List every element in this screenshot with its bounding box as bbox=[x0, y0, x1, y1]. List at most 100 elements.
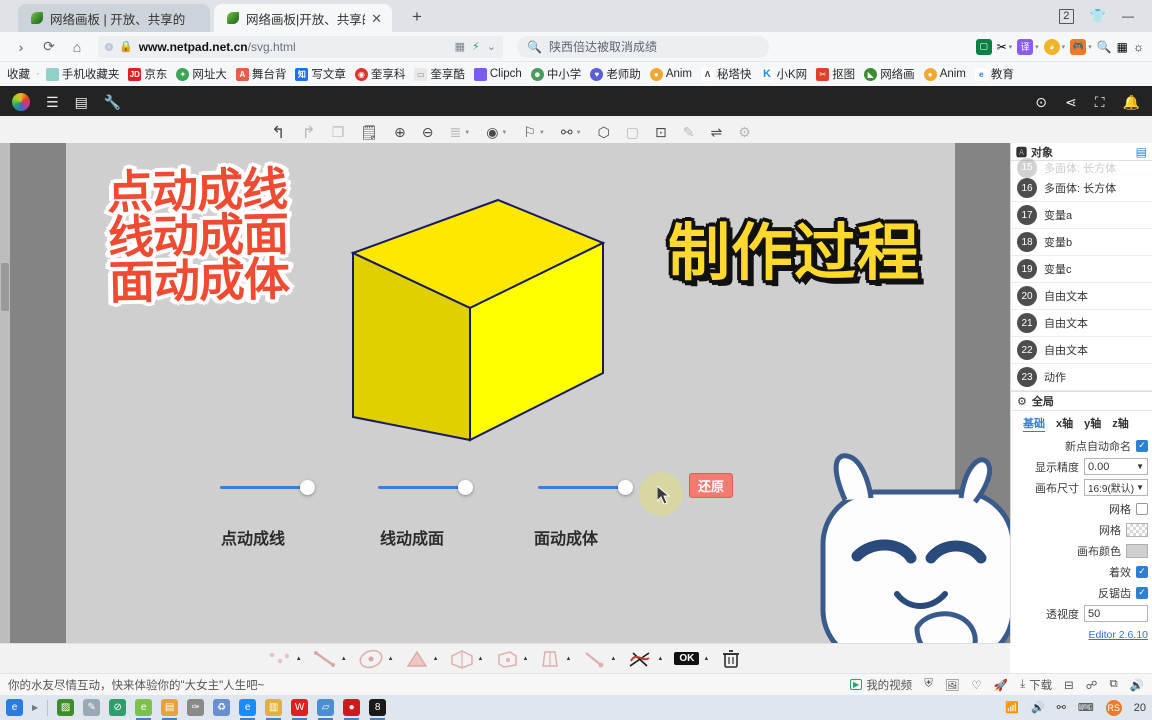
cube-tool-icon[interactable]: ▲ bbox=[450, 649, 484, 669]
brightness-icon[interactable]: ☼ bbox=[1133, 40, 1144, 54]
bookmark-item[interactable]: ✂ 抠图 bbox=[813, 65, 858, 83]
my-video-button[interactable]: ▶ 我的视频 bbox=[850, 677, 912, 693]
visibility-icon[interactable]: ◉ ▼ bbox=[486, 124, 507, 141]
block-icon[interactable]: ⊘ bbox=[109, 699, 127, 716]
list-item[interactable]: 22 自由文本 bbox=[1011, 337, 1152, 364]
bookmark-item[interactable]: e 教育 bbox=[972, 65, 1017, 83]
bookmark-item[interactable]: ▭ 奎享酷 bbox=[411, 65, 468, 83]
home-icon[interactable]: ⌂ bbox=[64, 35, 90, 59]
share-icon[interactable]: ⋖ bbox=[1065, 94, 1077, 111]
bookmark-item[interactable]: K 小K网 bbox=[758, 65, 811, 83]
rocket-icon[interactable]: 🚀 bbox=[994, 678, 1008, 692]
grid-checkbox[interactable] bbox=[1136, 502, 1148, 515]
edit-icon[interactable]: ✎ bbox=[683, 124, 695, 141]
scissors-icon[interactable]: ✂ ▾ bbox=[997, 40, 1013, 54]
bookmark-item[interactable]: ✦ 网址大 bbox=[173, 65, 230, 83]
shield-icon[interactable]: ⛨ bbox=[924, 678, 933, 691]
bookmark-item[interactable]: ☻ 中小学 bbox=[528, 65, 585, 83]
split-view-icon[interactable]: ▤ bbox=[1136, 145, 1147, 159]
tool-icon[interactable]: ✎ bbox=[83, 699, 101, 716]
window-count-badge[interactable]: 2 bbox=[1058, 8, 1074, 24]
bookmark-item[interactable]: ● Anim bbox=[647, 67, 695, 82]
qrcode-icon[interactable]: ▦ bbox=[455, 40, 465, 53]
list-item[interactable]: 21 自由文本 bbox=[1011, 310, 1152, 337]
picture-icon[interactable]: ▨ bbox=[57, 699, 75, 716]
menu-icon[interactable]: ☰ bbox=[46, 94, 59, 111]
minimize-icon[interactable]: — bbox=[1122, 9, 1134, 23]
cube-icon[interactable]: ⬡ bbox=[598, 124, 610, 141]
slider-knob[interactable] bbox=[300, 480, 315, 495]
antialias-checkbox[interactable]: ✓ bbox=[1136, 586, 1148, 599]
bookmark-item[interactable]: ● Anim bbox=[921, 67, 969, 82]
list-item[interactable]: 15 多面体: 长方体 bbox=[1011, 157, 1152, 178]
taskbar-expand-icon[interactable]: ▶ bbox=[32, 703, 38, 712]
download-button[interactable]: ⤓ 下载 bbox=[1020, 677, 1052, 693]
line-tool-icon[interactable]: ▲ bbox=[313, 650, 347, 668]
canvas-size-select[interactable]: 16:9(默认) ▼ bbox=[1084, 479, 1148, 496]
layout-icon[interactable]: ⊟ bbox=[1064, 678, 1074, 692]
slider-knob[interactable] bbox=[458, 480, 473, 495]
bookmark-item[interactable]: 手机收藏夹 bbox=[43, 65, 123, 83]
restore-icon[interactable]: 👕 bbox=[1090, 8, 1106, 24]
tab-basic[interactable]: 基础 bbox=[1023, 415, 1045, 432]
window-icon[interactable]: ⧉ bbox=[1109, 678, 1117, 691]
close-icon[interactable]: ✕ bbox=[371, 12, 382, 25]
chevron-down-icon[interactable]: ⌄ bbox=[487, 40, 496, 53]
polygon-tool-icon[interactable]: ▲ bbox=[405, 649, 439, 669]
circle-tool-icon[interactable]: ▲ bbox=[358, 649, 394, 669]
tab-x-axis[interactable]: x轴 bbox=[1056, 415, 1073, 432]
save-icon[interactable]: ▤ bbox=[75, 94, 88, 111]
apps-grid-icon[interactable]: ▦ bbox=[1117, 40, 1128, 54]
flag-icon[interactable]: ⚐ ▼ bbox=[523, 124, 545, 141]
wrench-icon[interactable]: 🔧 bbox=[104, 94, 121, 111]
search-icon[interactable]: 🔍 bbox=[1097, 40, 1112, 54]
point-tool-icon[interactable]: ▲ bbox=[268, 650, 302, 668]
editor-version-link[interactable]: Editor 2.6.10 bbox=[1088, 629, 1148, 641]
help-icon[interactable]: ⊙ bbox=[1035, 94, 1047, 111]
bookmark-item[interactable]: ◉ 奎享科 bbox=[352, 65, 409, 83]
tab-z-axis[interactable]: z轴 bbox=[1112, 415, 1129, 432]
graph-icon[interactable]: ⚯ ▼ bbox=[561, 124, 582, 141]
browser-tab-active[interactable]: 网络画板|开放、共享的 ✕ bbox=[214, 4, 392, 32]
edge-legacy-icon[interactable]: e bbox=[135, 699, 153, 720]
zoom-in-icon[interactable]: ⊕ bbox=[394, 124, 406, 141]
list-item[interactable]: 16 多面体: 长方体 bbox=[1011, 175, 1152, 202]
gear-icon[interactable]: ⚙ bbox=[738, 124, 751, 141]
bookmark-item[interactable]: A 舞台背 bbox=[233, 65, 290, 83]
address-bar[interactable]: 🔒 www.netpad.net.cn/svg.html ▦ ⚡ ⌄ bbox=[98, 35, 503, 58]
keyboard-icon[interactable]: ⌨ bbox=[1078, 701, 1094, 714]
copy-icon[interactable]: ❐ bbox=[332, 124, 345, 141]
ok-button[interactable]: OK ▲ bbox=[674, 652, 709, 665]
translate-icon[interactable]: 译 ▾ bbox=[1017, 38, 1039, 55]
undo-icon[interactable]: ↰ bbox=[271, 123, 285, 143]
bookmark-item[interactable]: 收藏 bbox=[4, 65, 33, 83]
segment-tool-icon[interactable]: ▲ bbox=[582, 650, 616, 668]
grid-color-swatch[interactable] bbox=[1126, 522, 1148, 537]
bookmark-item[interactable]: Ʌ 秘塔快 bbox=[698, 65, 755, 83]
rs-badge[interactable]: RS bbox=[1105, 699, 1122, 716]
list-item[interactable]: 20 自由文本 bbox=[1011, 283, 1152, 310]
precision-select[interactable]: 0.00 ▼ bbox=[1084, 458, 1148, 475]
game-icon[interactable]: 🎮 ▾ bbox=[1070, 38, 1092, 55]
shading-checkbox[interactable]: ✓ bbox=[1136, 565, 1148, 578]
trash-icon[interactable] bbox=[720, 648, 742, 670]
paste-icon[interactable]: 🗒 bbox=[360, 124, 378, 141]
wifi-icon[interactable]: 📶 bbox=[1005, 701, 1019, 714]
list-item[interactable]: 23 动作 bbox=[1011, 364, 1152, 391]
inspect-icon[interactable]: ⊡ bbox=[655, 124, 667, 141]
note-icon[interactable]: ▱ bbox=[317, 699, 335, 720]
fullscreen-icon[interactable]: ⛶ bbox=[1095, 94, 1105, 111]
bookmark-item[interactable]: JD 京东 bbox=[125, 65, 170, 83]
bolt-icon[interactable]: ⚡ bbox=[472, 40, 480, 53]
lion-icon[interactable]: ◕ ▾ bbox=[1043, 38, 1065, 55]
shield-green-icon[interactable]: ▢ bbox=[975, 38, 992, 55]
new-tab-button[interactable]: + bbox=[404, 7, 430, 27]
forward-icon[interactable]: › bbox=[8, 35, 34, 59]
leaf-icon[interactable]: ☍ bbox=[1086, 678, 1098, 692]
align-icon[interactable]: ≣ ▼ bbox=[450, 124, 471, 141]
volume-icon[interactable]: 🔊 bbox=[1130, 678, 1144, 692]
solid-tool-icon[interactable]: ▲ bbox=[495, 649, 528, 669]
list-item[interactable]: 17 变量a bbox=[1011, 202, 1152, 229]
image-icon[interactable]: 🖼 bbox=[945, 678, 960, 692]
paint-icon[interactable]: ✑ bbox=[187, 699, 205, 716]
